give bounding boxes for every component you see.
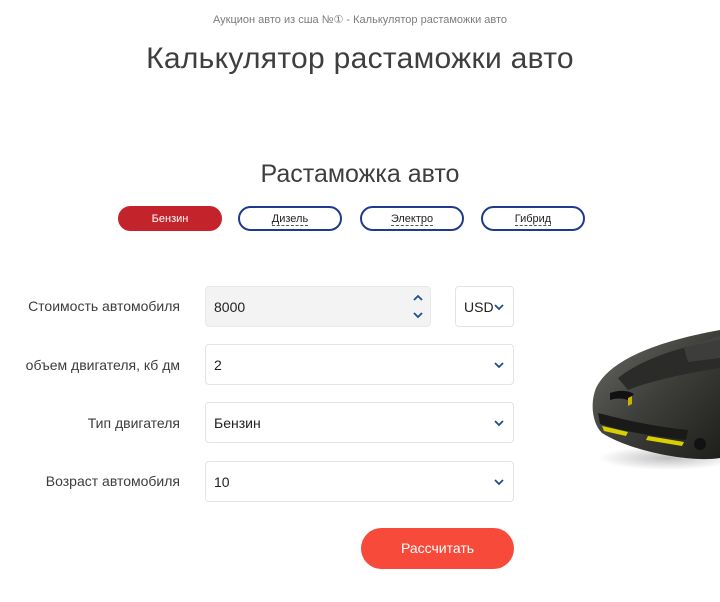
breadcrumb[interactable]: Аукцион авто из сша №① - Калькулятор рас… xyxy=(0,13,720,26)
engine-type-label: Тип двигателя xyxy=(87,415,180,431)
chevron-down-icon xyxy=(494,420,504,427)
chevron-up-icon[interactable] xyxy=(412,293,424,303)
tab-diesel[interactable]: Дизель xyxy=(238,206,342,231)
tab-label: Бензин xyxy=(151,213,189,225)
section-title: Растаможка авто xyxy=(260,160,460,188)
car-image xyxy=(592,330,720,470)
currency-select[interactable]: USD xyxy=(455,286,514,327)
chevron-down-icon xyxy=(494,304,504,311)
engine-type-select[interactable]: Бензин xyxy=(205,402,514,443)
engine-volume-select[interactable]: 2 xyxy=(205,344,514,385)
chevron-down-icon xyxy=(494,362,504,369)
page-title: Калькулятор растаможки авто xyxy=(146,42,574,75)
tab-petrol[interactable]: Бензин xyxy=(118,206,222,231)
engine-volume-label: объем двигателя, кб дм xyxy=(25,357,180,373)
chevron-down-icon xyxy=(494,479,504,486)
tab-label: Гибрид xyxy=(514,213,552,226)
price-value: 8000 xyxy=(214,299,246,315)
engine-type-value: Бензин xyxy=(214,415,261,431)
price-input[interactable]: 8000 xyxy=(205,286,431,327)
tab-label: Дизель xyxy=(271,213,309,226)
price-label: Стоимость автомобиля xyxy=(28,298,180,314)
calculate-button[interactable]: Рассчитать xyxy=(361,528,514,569)
engine-volume-value: 2 xyxy=(214,357,222,373)
currency-value: USD xyxy=(464,299,494,315)
car-age-select[interactable]: 10 xyxy=(205,461,514,502)
tab-hybrid[interactable]: Гибрид xyxy=(481,206,585,231)
tab-label: Электро xyxy=(390,213,434,226)
car-age-label: Возраст автомобиля xyxy=(45,473,180,489)
car-age-value: 10 xyxy=(214,474,230,490)
chevron-down-icon[interactable] xyxy=(412,310,424,320)
tab-electric[interactable]: Электро xyxy=(360,206,464,231)
